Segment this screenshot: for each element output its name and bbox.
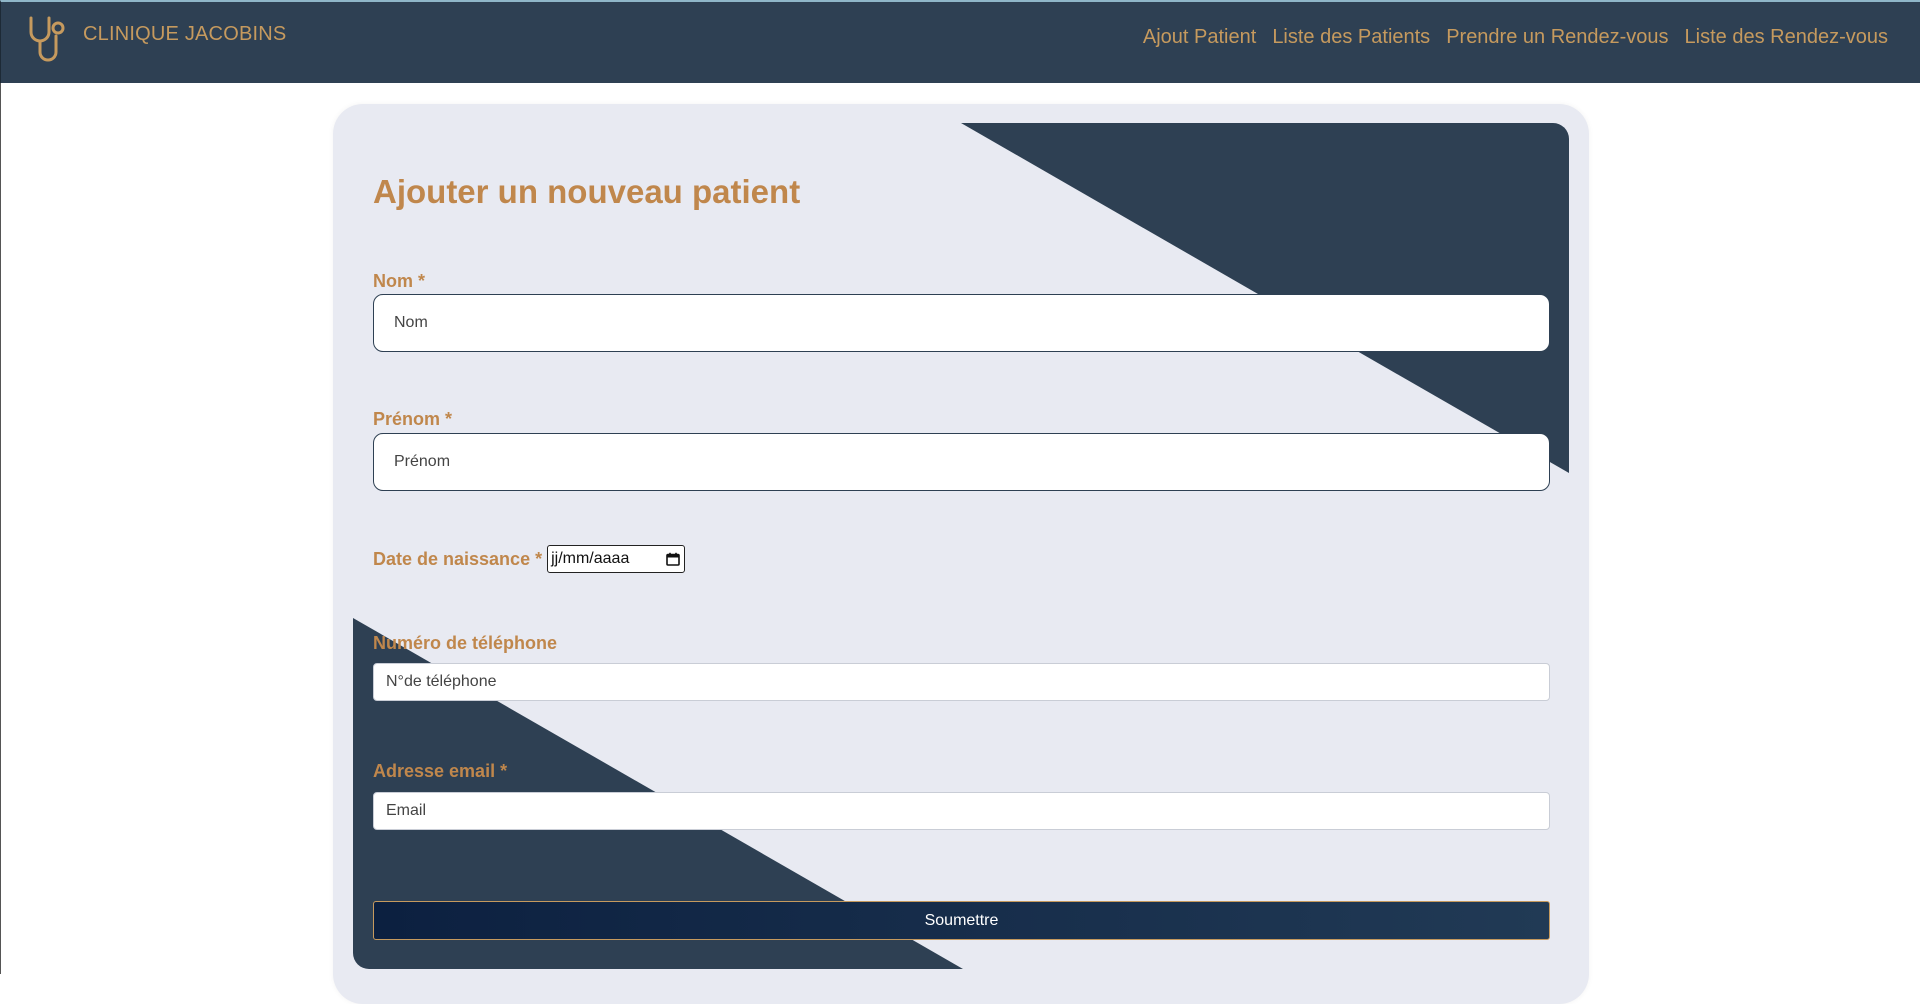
patient-form-panel: Ajouter un nouveau patient Nom * Prénom … <box>353 123 1569 969</box>
page-border <box>0 83 1 974</box>
dob-format: jj/mm/aaaa <box>551 550 630 567</box>
telephone-input[interactable] <box>373 663 1550 701</box>
dob-label: Date de naissance * <box>373 548 543 569</box>
form-title: Ajouter un nouveau patient <box>373 173 801 210</box>
nav-link-ajout-patient[interactable]: Ajout Patient <box>1143 26 1256 49</box>
nom-input[interactable] <box>373 294 1550 352</box>
brand-name: CLINIQUE JACOBINS <box>83 22 287 45</box>
email-label: Adresse email * <box>373 761 508 781</box>
nav-link-liste-rendez-vous[interactable]: Liste des Rendez-vous <box>1685 26 1888 49</box>
nom-label: Nom * <box>373 271 426 291</box>
dob-input[interactable]: jj/mm/aaaa <box>547 545 686 573</box>
stethoscope-icon <box>29 16 65 62</box>
telephone-label: Numéro de téléphone <box>373 633 558 653</box>
main-nav: Ajout Patient Liste des Patients Prendre… <box>1143 26 1888 49</box>
prenom-label: Prénom * <box>373 409 453 429</box>
nav-link-liste-patients[interactable]: Liste des Patients <box>1272 26 1430 49</box>
brand[interactable]: CLINIQUE JACOBINS <box>27 14 286 64</box>
nav-link-prendre-rendez-vous[interactable]: Prendre un Rendez-vous <box>1446 26 1668 49</box>
dob-row: Date de naissance * jj/mm/aaaa <box>373 545 686 573</box>
calendar-icon[interactable] <box>666 552 680 566</box>
email-input[interactable] <box>373 792 1550 830</box>
submit-button[interactable]: Soumettre <box>373 901 1550 940</box>
prenom-input[interactable] <box>373 433 1550 491</box>
top-navbar: CLINIQUE JACOBINS Ajout Patient Liste de… <box>0 0 1920 83</box>
